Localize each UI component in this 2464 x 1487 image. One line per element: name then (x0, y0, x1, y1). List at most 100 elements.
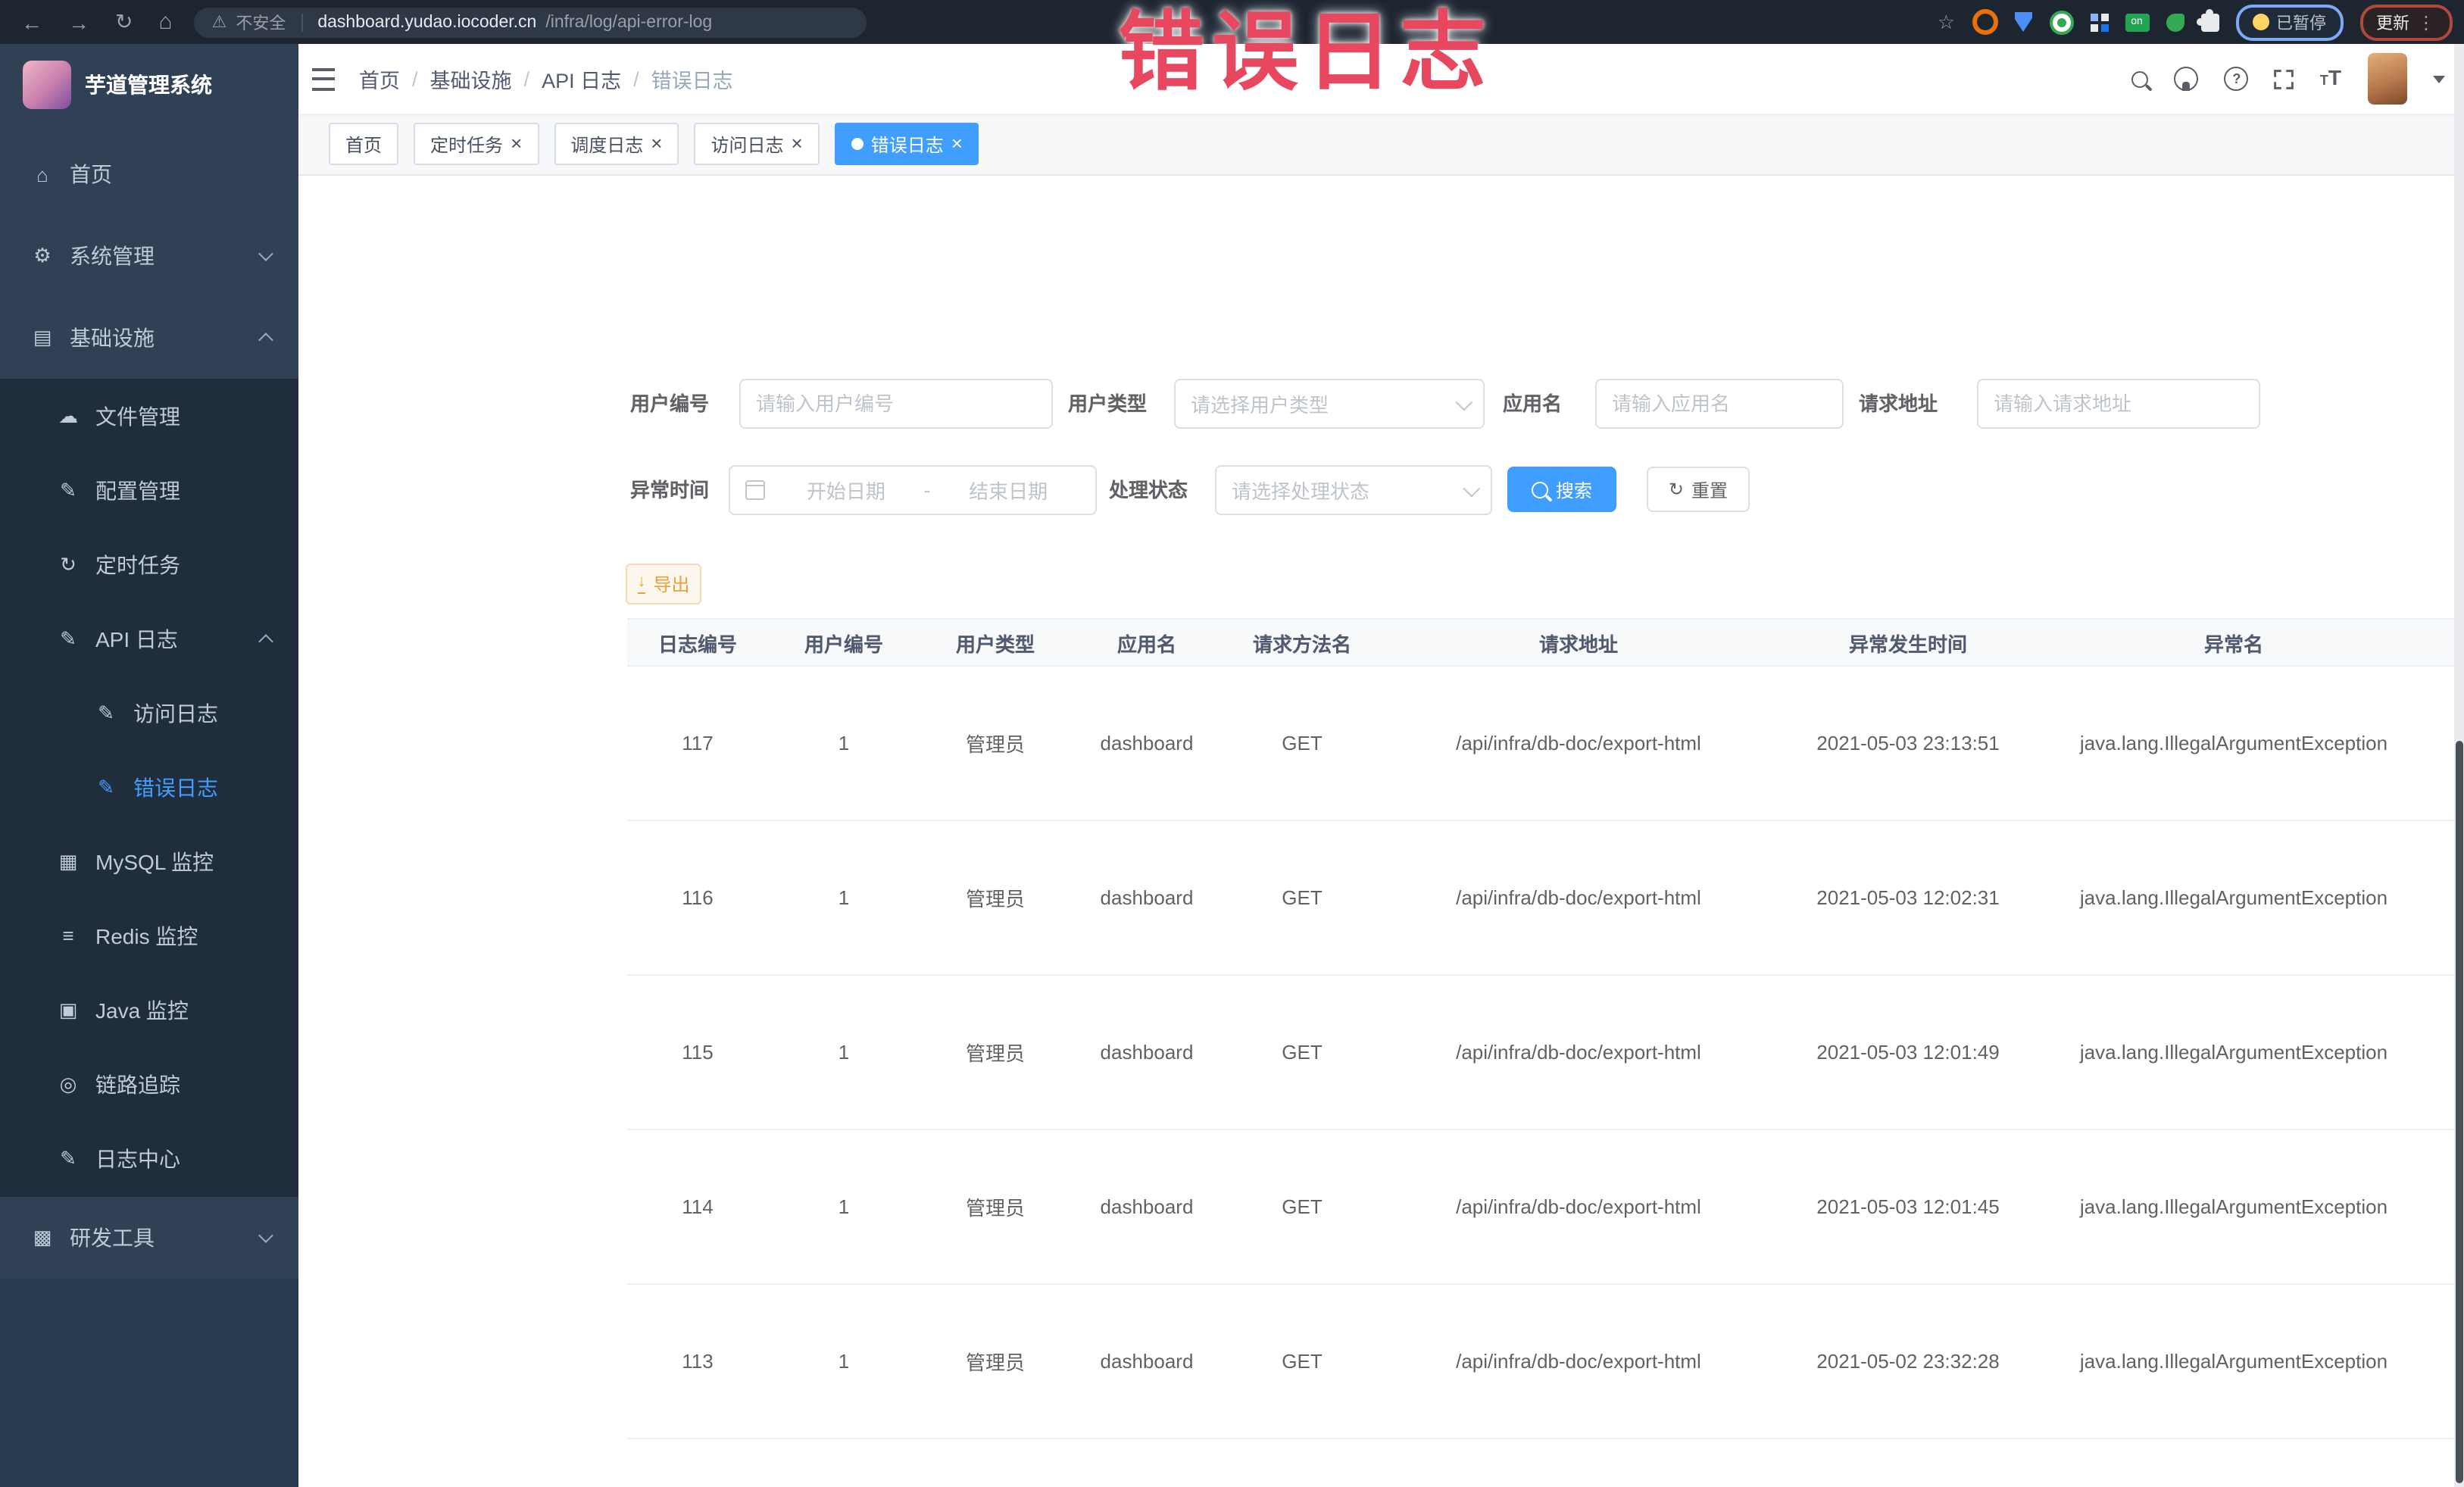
user-id-input[interactable] (739, 379, 1053, 429)
user-id-label: 用户编号 (630, 392, 710, 415)
tab-schedule-logs[interactable]: 调度日志 (554, 123, 679, 165)
scrollbar-thumb[interactable] (2455, 741, 2462, 1483)
table-row: 116 1 管理员 dashboard GET /api/infra/db-do… (627, 821, 2464, 976)
table-row: 117 1 管理员 dashboard GET /api/infra/db-do… (627, 667, 2464, 821)
extension-shield-icon[interactable] (2014, 12, 2032, 32)
breadcrumb-infrastructure[interactable]: 基础设施 (430, 64, 512, 94)
log-icon: ✎ (60, 1146, 77, 1169)
close-tab-icon[interactable] (651, 133, 662, 155)
browser-reload-icon[interactable] (115, 9, 133, 35)
active-tab-dot (851, 138, 863, 150)
export-button[interactable]: 导出 (626, 564, 701, 604)
sidebar-item-error-logs[interactable]: ✎ 错误日志 (0, 750, 298, 824)
extension-ring-icon[interactable] (1972, 9, 1997, 35)
cloud-icon: ☁ (58, 404, 78, 426)
sidebar-item-config-management[interactable]: ✎ 配置管理 (0, 453, 298, 527)
cell-log-id: 113 (682, 1350, 714, 1373)
tab-scheduled-tasks[interactable]: 定时任务 (414, 123, 539, 165)
page-scrollbar[interactable] (2453, 44, 2464, 1487)
not-secure-icon (212, 12, 227, 32)
table-body: 117 1 管理员 dashboard GET /api/infra/db-do… (627, 667, 2464, 1487)
sidebar-item-scheduled-tasks[interactable]: ↻ 定时任务 (0, 527, 298, 601)
column-header-method: 请求方法名 (1252, 633, 1351, 655)
tab-access-logs[interactable]: 访问日志 (694, 123, 820, 165)
sidebar-item-redis-monitor[interactable]: ≡ Redis 监控 (0, 898, 298, 973)
sidebar-item-infrastructure[interactable]: ▤ 基础设施 (0, 297, 298, 379)
close-tab-icon[interactable] (792, 133, 803, 155)
cell-exception-time: 2021-05-03 12:02:31 (1816, 886, 2000, 909)
start-date-placeholder: 开始日期 (806, 480, 885, 503)
breadcrumb-home[interactable]: 首页 (359, 64, 400, 94)
process-status-label: 处理状态 (1109, 479, 1188, 501)
request-url-input[interactable] (1977, 379, 2260, 429)
avatar[interactable] (2367, 53, 2406, 105)
reset-button[interactable]: 重置 (1647, 467, 1750, 512)
log-icon: ✎ (98, 701, 114, 723)
bookmark-star-icon[interactable] (1938, 8, 1955, 36)
cell-user-type: 管理员 (965, 1042, 1025, 1065)
home-icon: ⌂ (36, 163, 48, 186)
sidebar-item-mysql-monitor[interactable]: ▦ MySQL 监控 (0, 824, 298, 898)
sidebar-item-system-management[interactable]: ⚙ 系统管理 (0, 215, 298, 297)
github-icon[interactable] (2174, 67, 2199, 91)
emoji-icon (2252, 14, 2269, 30)
table-row: 112 1 管理员 dashboard GET /api/infra/db-do… (627, 1439, 2464, 1487)
browser-back-icon[interactable] (21, 10, 42, 34)
breadcrumb: 首页 / 基础设施 / API 日志 / 错误日志 (359, 64, 733, 94)
extension-green-circle-icon[interactable] (2049, 10, 2073, 34)
close-tab-icon[interactable] (511, 133, 522, 155)
sidebar-item-api-logs[interactable]: ✎ API 日志 (0, 601, 298, 676)
sidebar-item-file-management[interactable]: ☁ 文件管理 (0, 379, 298, 453)
app-name-input[interactable] (1595, 379, 1844, 429)
extensions-puzzle-icon[interactable] (2196, 8, 2219, 31)
close-tab-icon[interactable] (951, 133, 963, 155)
search-icon[interactable] (2131, 70, 2149, 87)
chevron-down-icon (258, 246, 273, 261)
cell-method: GET (1282, 1195, 1323, 1218)
chevron-down-icon (1463, 479, 1481, 497)
sidebar-item-dev-tools[interactable]: ▩ 研发工具 (0, 1195, 298, 1279)
sidebar-item-home[interactable]: ⌂ 首页 (0, 133, 298, 215)
collapse-sidebar-icon[interactable] (312, 67, 335, 90)
sidebar-item-log-center[interactable]: ✎ 日志中心 (0, 1121, 298, 1195)
cell-app-name: dashboard (1100, 732, 1194, 754)
font-size-icon[interactable] (2320, 65, 2341, 92)
cell-app-name: dashboard (1100, 886, 1194, 909)
end-date-placeholder: 结束日期 (969, 480, 1048, 503)
paused-button[interactable]: 已暂停 (2235, 4, 2343, 40)
user-type-label: 用户类型 (1068, 392, 1148, 415)
exception-time-range-picker[interactable]: 开始日期 - 结束日期 (729, 465, 1097, 515)
cell-log-id: 117 (682, 732, 714, 754)
tab-home[interactable]: 首页 (329, 123, 399, 165)
user-menu-caret-icon[interactable] (2432, 75, 2444, 83)
sidebar-item-java-monitor[interactable]: ▣ Java 监控 (0, 973, 298, 1047)
cell-app-name: dashboard (1100, 1041, 1194, 1064)
extension-on-badge-icon[interactable]: on (2125, 13, 2149, 31)
fullscreen-icon[interactable] (2275, 69, 2294, 89)
search-button[interactable]: 搜索 (1507, 467, 1616, 512)
update-button[interactable]: 更新 (2359, 4, 2452, 40)
address-bar[interactable]: 不安全 dashboard.yudao.iocoder.cn/infra/log… (193, 7, 867, 37)
help-icon[interactable] (2224, 67, 2249, 91)
edit-icon: ✎ (60, 478, 77, 501)
sidebar-item-access-logs[interactable]: ✎ 访问日志 (0, 676, 298, 750)
cell-method: GET (1282, 732, 1323, 754)
cell-user-id: 1 (838, 1041, 850, 1064)
app-name-label: 应用名 (1503, 392, 1563, 415)
process-status-select[interactable]: 请选择处理状态 (1215, 465, 1492, 515)
browser-menu-icon[interactable] (2417, 11, 2435, 33)
tab-error-logs[interactable]: 错误日志 (834, 123, 979, 165)
log-icon: ✎ (60, 626, 77, 649)
browser-home-icon[interactable] (158, 9, 172, 35)
user-type-select[interactable]: 请选择用户类型 (1174, 379, 1485, 429)
extension-leaf-icon[interactable] (2166, 13, 2184, 31)
cell-exception-time: 2021-05-03 12:01:45 (1816, 1195, 2000, 1218)
sidebar-item-trace[interactable]: ◎ 链路追踪 (0, 1047, 298, 1121)
cell-request-url: /api/infra/db-doc/export-html (1456, 1350, 1701, 1373)
tags-view: 首页 定时任务 调度日志 访问日志 错误日志 (298, 114, 2464, 176)
browser-forward-icon[interactable] (68, 10, 89, 34)
extension-grid-icon[interactable] (2090, 13, 2108, 31)
breadcrumb-api-logs[interactable]: API 日志 (542, 64, 621, 94)
cell-exception-name: java.lang.IllegalArgumentException (2079, 1350, 2388, 1373)
not-secure-label: 不安全 (236, 14, 286, 33)
